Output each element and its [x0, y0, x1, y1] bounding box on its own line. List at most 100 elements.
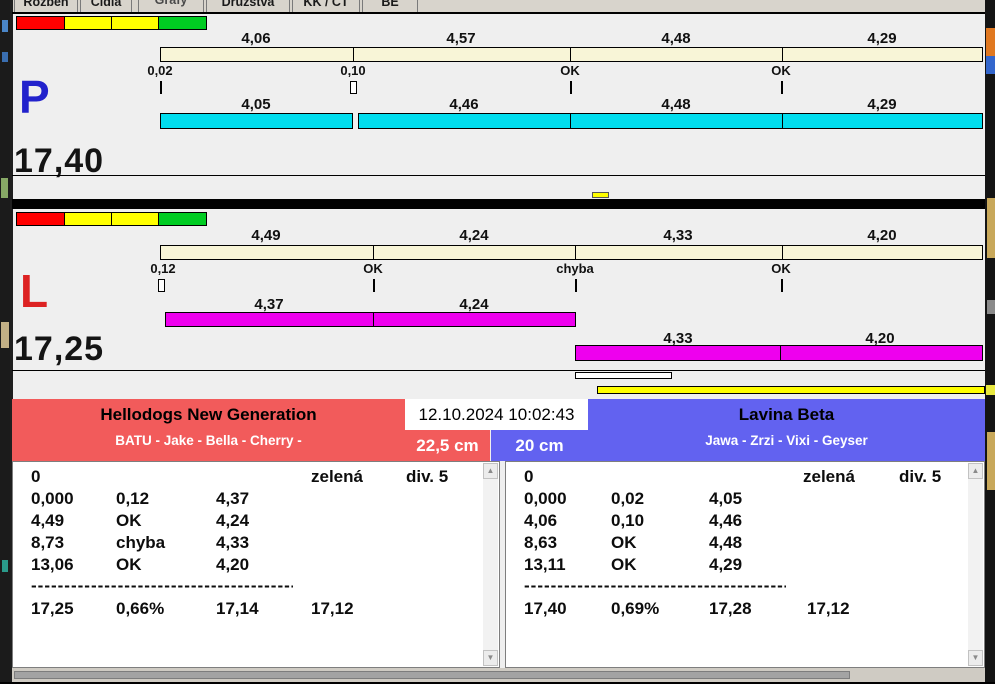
status-progress	[14, 671, 850, 679]
lane-p-ref-split-3: 4,48	[661, 30, 691, 47]
desktop-icon-fragment	[986, 56, 995, 74]
lane-l-light-yellow-2	[111, 212, 159, 226]
start-result: chyba	[116, 533, 166, 552]
division: div. 5	[899, 467, 942, 486]
lane-l-bottom-line	[12, 370, 985, 371]
lane-l-ref-bar-seg	[782, 245, 983, 260]
tab-cidla[interactable]: Cidla	[80, 0, 132, 12]
start-result: OK	[611, 555, 637, 574]
split-time: 8,63	[524, 533, 558, 552]
lane-p-ref-bar-seg	[782, 47, 983, 62]
lane-p-ref-split-1: 4,06	[241, 30, 271, 47]
lane-p-mark-label-2: 0,10	[340, 63, 366, 78]
lane-l-mark-tick-3	[575, 279, 577, 292]
tab-rozbeh[interactable]: Rozbeh	[14, 0, 78, 12]
total-net: 17,28	[709, 599, 752, 618]
team-right-dogs: Jawa - Zrzi - Vixi - Geyser	[705, 433, 868, 448]
lane-l-letter: L	[20, 265, 49, 317]
lane-l-ref-split-2: 4,24	[459, 227, 489, 244]
desktop-icon-fragment	[986, 385, 995, 395]
scroll-up-button[interactable]: ▲	[483, 463, 498, 479]
start-result: OK	[116, 555, 142, 574]
leg-time: 4,24	[216, 511, 250, 530]
tab-druzstva[interactable]: Družstva	[206, 0, 290, 12]
leg-time: 4,33	[216, 533, 250, 552]
lane-p-mark-tick-1	[160, 81, 162, 94]
start-result: OK	[116, 511, 142, 530]
run-number: 0	[524, 467, 534, 486]
lane-l-run1-split-1: 4,37	[254, 296, 284, 313]
start-result: 0,12	[116, 489, 150, 508]
lane-l-total-time: 17,25	[14, 330, 105, 368]
lane-p-light-green	[158, 16, 207, 30]
team-right-results-list[interactable]: 0 zelená div. 5 0,000 0,02 4,05 4,06 0,1…	[505, 461, 985, 668]
scroll-up-button[interactable]: ▲	[968, 463, 983, 479]
total-pct: 0,66%	[116, 599, 165, 618]
split-time: 8,73	[31, 533, 65, 552]
desktop-icon-fragment	[2, 560, 8, 572]
leg-time: 4,37	[216, 489, 250, 508]
total-time: 17,40	[524, 599, 567, 618]
scroll-down-button[interactable]: ▼	[483, 650, 498, 666]
scroll-down-button[interactable]: ▼	[968, 650, 983, 666]
app-window: Rozbeh Cidla Grafy Družstva KK / CT BE 4…	[0, 0, 995, 684]
team-left-name: Hellodogs New Generation	[100, 405, 317, 424]
separator-line: ----------------------------------------…	[31, 576, 293, 595]
lane-p-light-red	[16, 16, 65, 30]
lane-p-mark-label-3: OK	[560, 63, 580, 78]
status-bar	[12, 668, 985, 682]
lane-l-run1-bar-seg	[165, 312, 374, 327]
lane-l-ref-bar-seg	[373, 245, 576, 260]
total-best: 17,12	[311, 599, 354, 618]
team-left-scrollbar[interactable]: ▲ ▼	[483, 463, 498, 666]
aux-yellow-bar	[597, 386, 985, 394]
lane-p-run-split-4: 4,29	[867, 96, 897, 113]
run-number: 0	[31, 467, 41, 486]
lane-p-mark-tick-3	[570, 81, 572, 94]
lane-l-mark-tick-2	[373, 279, 375, 292]
content-top-border	[12, 12, 985, 14]
lane-l-mark-label-4: OK	[771, 261, 791, 276]
desktop-icon-fragment	[1, 322, 9, 348]
split-time: 4,49	[31, 511, 65, 530]
split-time: 0,000	[524, 489, 567, 508]
separator-line: ----------------------------------------…	[524, 576, 786, 595]
lane-p-run-split-2: 4,46	[449, 96, 479, 113]
split-time: 0,000	[31, 489, 74, 508]
card-color: zelená	[311, 467, 363, 486]
lane-l-mark-box-1	[158, 279, 165, 292]
desktop-icon-fragment	[1, 178, 8, 198]
lane-p-mark-tick-4	[781, 81, 783, 94]
desktop-icon-fragment	[2, 20, 8, 32]
tab-grafy[interactable]: Grafy	[138, 0, 204, 12]
desktop-icon-fragment	[987, 300, 995, 314]
total-time: 17,25	[31, 599, 74, 618]
lane-l-light-red	[16, 212, 65, 226]
desktop-icon-fragment	[2, 52, 8, 62]
total-net: 17,14	[216, 599, 259, 618]
panel-separator	[12, 199, 985, 209]
start-result: 0,02	[611, 489, 645, 508]
desktop-icon-fragment	[987, 198, 995, 258]
mini-yellow-marker	[592, 192, 609, 198]
team-right-scrollbar[interactable]: ▲ ▼	[968, 463, 983, 666]
start-result: 0,10	[611, 511, 645, 530]
tab-be[interactable]: BE	[362, 0, 418, 12]
team-right-header: Lavina Beta Jawa - Zrzi - Vixi - Geyser	[588, 399, 985, 461]
lane-p-run-bar-seg	[160, 113, 353, 129]
lane-l-run2-bar-seg	[780, 345, 983, 361]
team-left-jump-height: 22,5 cm	[405, 430, 490, 461]
lane-p-run-bar-seg	[570, 113, 783, 129]
desktop-icon-fragment	[987, 432, 995, 490]
leg-time: 4,20	[216, 555, 250, 574]
lane-p-light-yellow-2	[111, 16, 159, 30]
lane-p-mark-label-4: OK	[771, 63, 791, 78]
leg-time: 4,46	[709, 511, 743, 530]
leg-time: 4,48	[709, 533, 743, 552]
leg-time: 4,29	[709, 555, 743, 574]
lane-l-ref-split-4: 4,20	[867, 227, 897, 244]
lane-p-ref-bar-seg	[570, 47, 783, 62]
total-pct: 0,69%	[611, 599, 660, 618]
tab-kk-ct[interactable]: KK / CT	[292, 0, 360, 12]
team-left-results-list[interactable]: 0 zelená div. 5 0,000 0,12 4,37 4,49 OK …	[12, 461, 500, 668]
